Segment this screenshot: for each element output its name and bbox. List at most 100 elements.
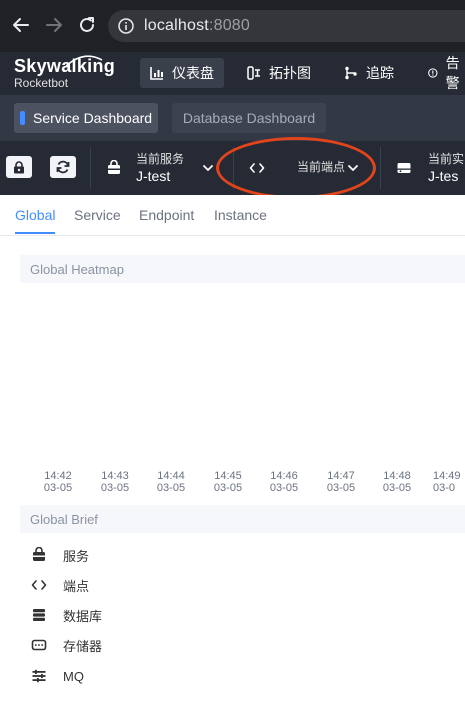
heatmap-x-tick: 14:44 03-05 bbox=[151, 470, 191, 494]
tick-date: 03-05 bbox=[269, 482, 299, 494]
heatmap-title: Global Heatmap bbox=[30, 261, 124, 277]
heatmap-x-tick: 14:43 03-05 bbox=[95, 470, 135, 494]
nav-label-trace: 追踪 bbox=[366, 65, 394, 81]
code-icon bbox=[30, 577, 48, 593]
page-tabs: Global Service Endpoint Instance bbox=[0, 195, 465, 236]
arrow-right-icon bbox=[46, 18, 62, 32]
logo-arc-icon bbox=[65, 55, 103, 67]
brief-panel-header: Global Brief bbox=[20, 505, 465, 533]
forward-button[interactable] bbox=[43, 14, 65, 36]
tick-time: 14:47 bbox=[327, 470, 355, 482]
nav-item-alarm[interactable]: 告警 bbox=[428, 55, 465, 91]
tab-service[interactable]: Service bbox=[74, 207, 121, 223]
brief-title: Global Brief bbox=[30, 511, 98, 527]
tick-date: 03-05 bbox=[382, 482, 412, 494]
service-selector-label: 当前服务 bbox=[136, 152, 185, 166]
service-selector-value: J-test bbox=[136, 168, 171, 184]
tick-time: 14:42 bbox=[44, 470, 72, 482]
instance-icon bbox=[397, 163, 411, 173]
nav-item-topology[interactable]: 拓扑图 bbox=[247, 58, 311, 88]
url-host: localhost bbox=[144, 17, 209, 34]
tick-date: 03-0 bbox=[433, 482, 456, 494]
heatmap-panel-header: Global Heatmap bbox=[20, 255, 465, 283]
instance-selector-value: J-tes bbox=[428, 168, 459, 184]
heatmap-x-tick: 14:45 03-05 bbox=[208, 470, 248, 494]
instance-selector-text: 当前实 J-tes bbox=[428, 152, 464, 184]
heatmap-chart-area bbox=[20, 283, 465, 468]
service-icon bbox=[108, 160, 120, 174]
refresh-button[interactable] bbox=[50, 156, 76, 178]
app-header: Skywalking Rocketbot 仪表盘 拓扑图 追踪 告警 bbox=[0, 52, 465, 95]
brief-item-label: 端点 bbox=[63, 578, 90, 594]
tab-service-dashboard[interactable]: Service Dashboard bbox=[14, 103, 158, 133]
tick-time: 14:45 bbox=[214, 470, 242, 482]
nav-label-topology: 拓扑图 bbox=[269, 65, 311, 81]
nav-item-trace[interactable]: 追踪 bbox=[344, 58, 394, 88]
tick-time: 14:43 bbox=[101, 470, 129, 482]
arrow-left-icon bbox=[13, 18, 29, 32]
logo-subtitle: Rocketbot bbox=[14, 76, 69, 90]
url-port: :8080 bbox=[208, 17, 250, 34]
instance-selector-label: 当前实 bbox=[428, 152, 465, 166]
mq-icon bbox=[30, 668, 48, 684]
tick-time: 14:48 bbox=[383, 470, 411, 482]
url-text: localhost:8080 bbox=[144, 17, 250, 35]
tick-date: 03-05 bbox=[43, 482, 73, 494]
heatmap-x-tick: 14:46 03-05 bbox=[264, 470, 304, 494]
brief-item-label: MQ bbox=[63, 668, 84, 684]
address-bar[interactable]: localhost:8080 bbox=[108, 10, 465, 42]
service-selector-text: 当前服务 J-test bbox=[136, 152, 184, 184]
dashboard-icon bbox=[150, 67, 163, 80]
tick-time: 14:49 bbox=[433, 470, 461, 482]
service-selector[interactable]: 当前服务 J-test bbox=[90, 141, 232, 195]
tab-database-dashboard[interactable]: Database Dashboard bbox=[172, 103, 326, 133]
heatmap-x-tick: 14:49 03-0 bbox=[433, 470, 465, 494]
tab-endpoint[interactable]: Endpoint bbox=[139, 207, 194, 223]
heatmap-x-tick: 14:48 03-05 bbox=[377, 470, 417, 494]
brief-item-service: 服务 bbox=[30, 545, 89, 565]
brief-item-label: 数据库 bbox=[63, 608, 103, 624]
storage-icon bbox=[30, 637, 48, 653]
brief-item-database: 数据库 bbox=[30, 605, 102, 625]
alarm-icon bbox=[428, 68, 438, 78]
tick-date: 03-05 bbox=[213, 482, 243, 494]
chevron-down-icon bbox=[203, 165, 213, 171]
brief-item-label: 服务 bbox=[63, 548, 90, 564]
topology-icon bbox=[247, 66, 260, 80]
tick-date: 03-05 bbox=[156, 482, 186, 494]
tab-global[interactable]: Global bbox=[15, 207, 55, 223]
reload-icon bbox=[80, 17, 94, 32]
browser-toolbar: localhost:8080 bbox=[0, 0, 465, 52]
info-icon[interactable] bbox=[118, 18, 134, 34]
brief-item-mq: MQ bbox=[30, 666, 84, 686]
trace-icon bbox=[345, 66, 357, 80]
highlight-annotation-ellipse bbox=[216, 137, 376, 199]
brief-item-label: 存储器 bbox=[63, 638, 103, 654]
heatmap-x-tick: 14:42 03-05 bbox=[38, 470, 78, 494]
active-tab-underline bbox=[15, 232, 55, 234]
back-button[interactable] bbox=[10, 14, 32, 36]
tick-date: 03-05 bbox=[326, 482, 356, 494]
refresh-icon bbox=[56, 160, 70, 174]
tab-database-dashboard-label: Database Dashboard bbox=[182, 110, 316, 126]
nav-label-dashboard: 仪表盘 bbox=[172, 65, 214, 81]
active-tab-marker bbox=[20, 111, 25, 125]
service-icon bbox=[30, 547, 48, 563]
lock-button[interactable] bbox=[6, 156, 32, 178]
brief-item-endpoint: 端点 bbox=[30, 575, 89, 595]
dashboard-tab-bar: Service Dashboard Database Dashboard bbox=[0, 95, 465, 141]
reload-button[interactable] bbox=[76, 14, 98, 36]
tab-instance[interactable]: Instance bbox=[214, 207, 267, 223]
tick-date: 03-05 bbox=[100, 482, 130, 494]
instance-selector[interactable]: 当前实 J-tes bbox=[380, 141, 465, 195]
tab-service-dashboard-label: Service Dashboard bbox=[33, 110, 153, 126]
tick-time: 14:46 bbox=[270, 470, 298, 482]
tick-time: 14:44 bbox=[157, 470, 185, 482]
nav-label-alarm: 告警 bbox=[445, 55, 460, 91]
heatmap-x-tick: 14:47 03-05 bbox=[321, 470, 361, 494]
lock-icon bbox=[14, 160, 24, 173]
nav-item-dashboard[interactable]: 仪表盘 bbox=[140, 58, 224, 88]
brief-item-storage: 存储器 bbox=[30, 635, 102, 655]
logo[interactable]: Skywalking Rocketbot bbox=[14, 55, 115, 90]
database-icon bbox=[30, 607, 48, 623]
